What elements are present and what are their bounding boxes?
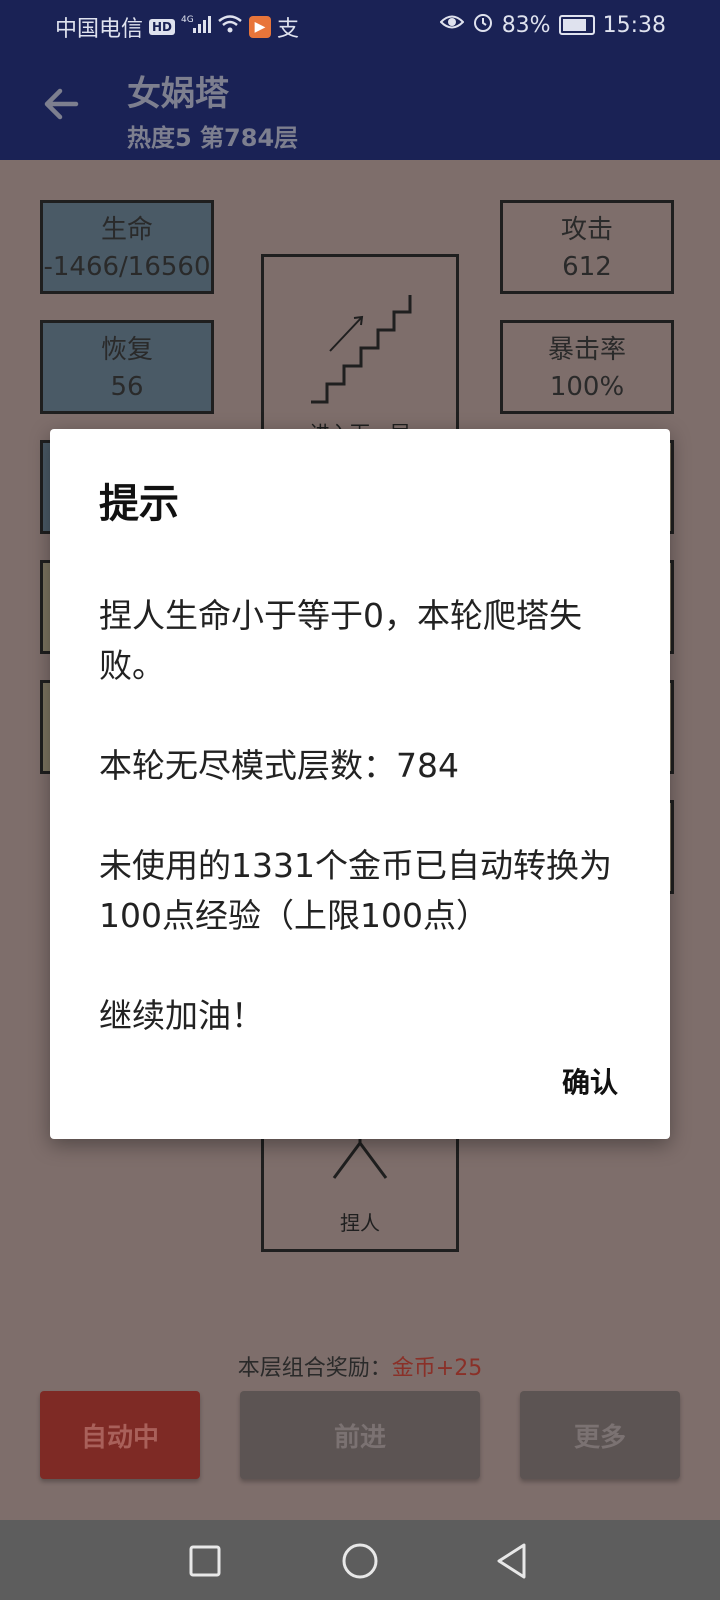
- stat-crit: 暴击率 100%: [500, 320, 674, 414]
- stat-attack: 攻击 612: [500, 200, 674, 294]
- dialog-message: 捏人生命小于等于0，本轮爬塔失败。 本轮无尽模式层数：784 未使用的1331个…: [99, 596, 612, 1035]
- stat-crit-label: 暴击率: [547, 335, 626, 365]
- status-bar: 中国电信 HD 4G ▶ 支 83% 15:38: [0, 0, 720, 48]
- carrier-name: 中国电信: [55, 17, 144, 42]
- hd-badge: HD: [149, 19, 176, 35]
- alipay-icon: 支: [277, 17, 300, 42]
- dialog-title: 提示: [99, 481, 179, 527]
- stat-life: 生命 -1466/16560: [40, 200, 214, 294]
- status-right: 83% 15:38: [439, 11, 666, 39]
- stat-life-label: 生命: [100, 215, 153, 245]
- player-label: 捏人: [340, 1211, 380, 1235]
- clock: 15:38: [602, 12, 666, 38]
- stat-crit-value: 100%: [549, 372, 625, 402]
- stat-life-value: -1466/16560: [43, 252, 211, 282]
- wifi-icon: [217, 13, 243, 41]
- circle-icon[interactable]: [341, 1542, 379, 1580]
- alarm-icon: [472, 11, 494, 39]
- signal-icon: 4G: [181, 13, 212, 41]
- stat-recover-value: 56: [110, 372, 144, 402]
- page-title: 女娲塔: [127, 74, 229, 114]
- video-app-icon: ▶: [249, 16, 272, 38]
- page-subtitle: 热度5 第784层: [127, 124, 299, 152]
- eye-icon: [439, 11, 465, 39]
- triangle-back-icon[interactable]: [494, 1542, 530, 1580]
- stat-recover-label: 恢复: [100, 335, 153, 365]
- battery-icon: [558, 15, 595, 35]
- more-button[interactable]: 更多: [520, 1391, 680, 1479]
- square-icon[interactable]: [188, 1544, 222, 1578]
- confirm-button[interactable]: 确认: [562, 1061, 618, 1101]
- system-nav-bar: [0, 1520, 720, 1600]
- arrow-left-icon[interactable]: [38, 80, 86, 128]
- auto-button[interactable]: 自动中: [40, 1391, 200, 1479]
- stat-recover: 恢复 56: [40, 320, 214, 414]
- floor-reward: 本层组合奖励：金币+25: [0, 1350, 720, 1382]
- stat-attack-value: 612: [562, 252, 612, 282]
- forward-button[interactable]: 前进: [240, 1391, 480, 1479]
- status-left: 中国电信 HD 4G ▶ 支: [55, 11, 299, 43]
- reward-value: 金币+25: [391, 1356, 483, 1381]
- battery-percent: 83%: [501, 12, 551, 38]
- alert-dialog: 提示 捏人生命小于等于0，本轮爬塔失败。 本轮无尽模式层数：784 未使用的13…: [50, 429, 670, 1139]
- next-floor-box[interactable]: 进入下一层: [261, 254, 459, 454]
- app-bar: 女娲塔 热度5 第784层: [0, 48, 720, 160]
- reward-label: 本层组合奖励：: [237, 1356, 392, 1381]
- stat-attack-label: 攻击: [560, 215, 613, 245]
- network-type: 4G: [181, 15, 194, 25]
